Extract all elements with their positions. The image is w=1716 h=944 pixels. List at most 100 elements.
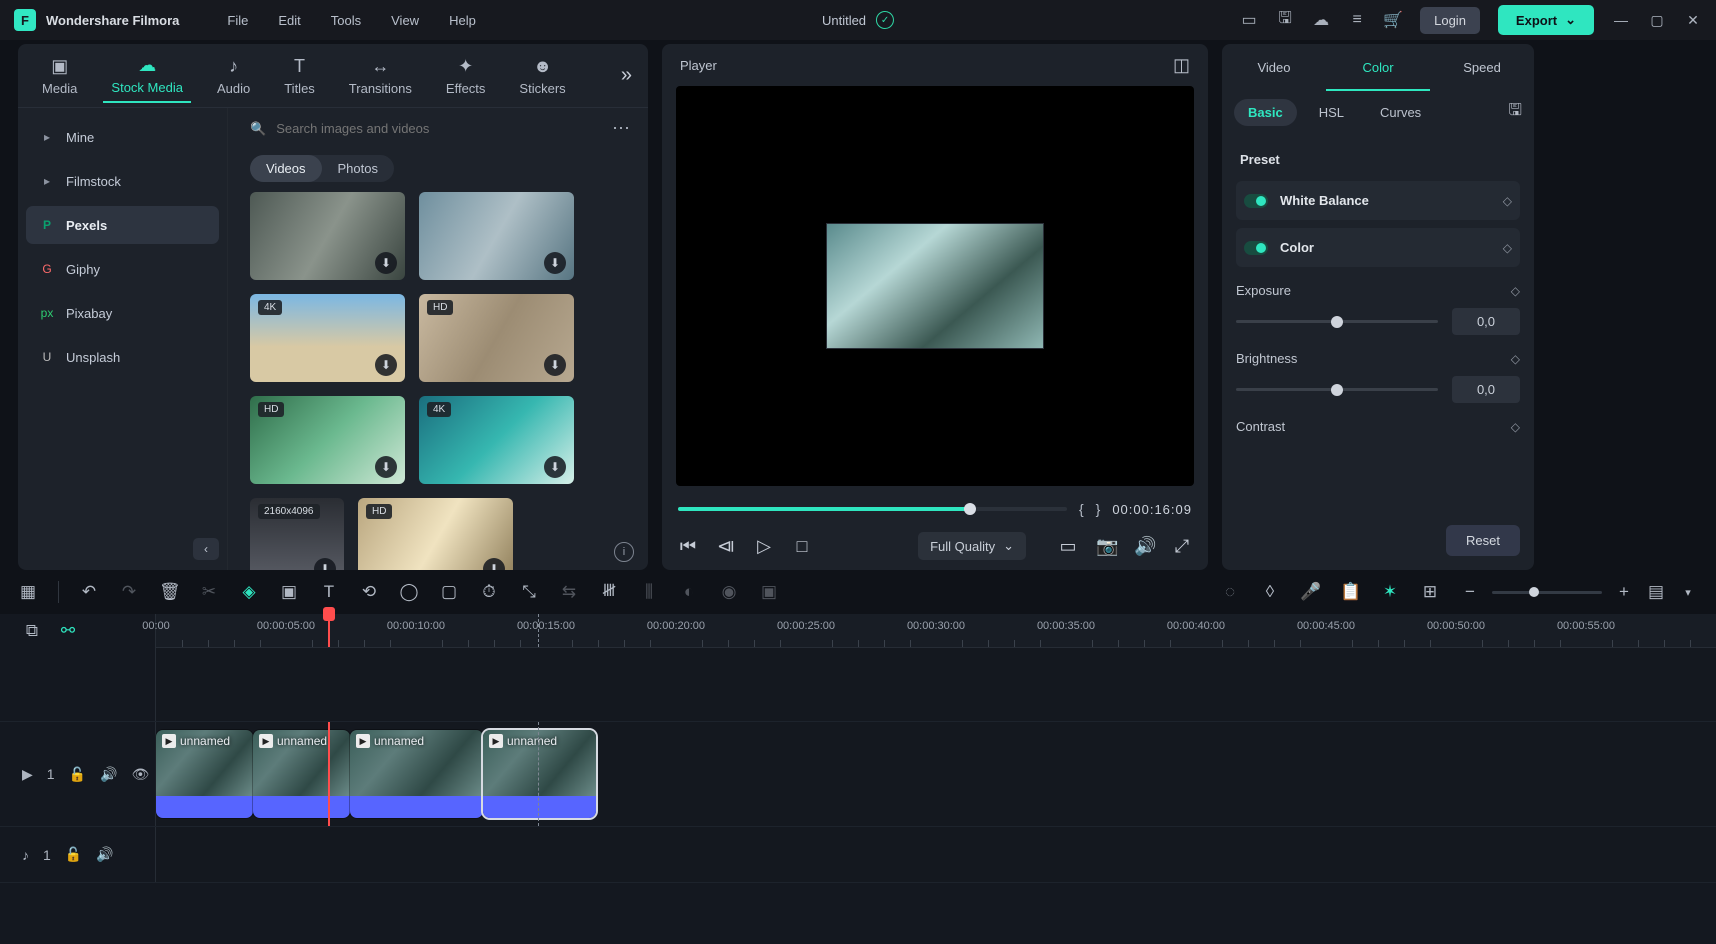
keyframe-icon[interactable]: ◇ — [1511, 284, 1520, 298]
download-icon[interactable]: ⬇ — [375, 456, 397, 478]
timeline-clip[interactable]: ▶unnamed — [483, 730, 596, 818]
snapshot-icon[interactable]: 📷 — [1096, 536, 1116, 557]
download-icon[interactable]: ⬇ — [544, 252, 566, 274]
download-icon[interactable]: ⬇ — [314, 558, 336, 570]
window-maximize[interactable]: ▢ — [1648, 12, 1666, 29]
source-unsplash[interactable]: UUnsplash — [26, 338, 219, 376]
player-viewport[interactable] — [676, 86, 1194, 486]
transition-icon[interactable]: ◐ — [679, 582, 699, 602]
source-mine[interactable]: ▸Mine — [26, 118, 219, 156]
chip-videos[interactable]: Videos — [250, 155, 322, 182]
eq-icon[interactable]: ⫼ — [639, 582, 659, 602]
step-back-button[interactable]: ⧏ — [716, 536, 736, 557]
video-track-lane[interactable]: ▶unnamed▶unnamed▶unnamed▶unnamed — [156, 722, 1716, 826]
zoom-slider[interactable] — [1492, 591, 1602, 594]
speed-icon[interactable]: ⟲ — [359, 582, 379, 602]
notes-icon[interactable]: 📋 — [1340, 582, 1360, 602]
exposure-slider-track[interactable] — [1236, 320, 1438, 323]
track-view-icon[interactable]: ▤ — [1646, 582, 1666, 602]
inspector-subtab-curves[interactable]: Curves — [1366, 99, 1435, 126]
library-tab-audio[interactable]: ♪Audio — [209, 50, 258, 102]
cart-icon[interactable]: 🛒 — [1384, 11, 1402, 29]
window-close[interactable]: ✕ — [1684, 12, 1702, 29]
mic-icon[interactable]: 🎤 — [1300, 582, 1320, 602]
inspector-subtab-basic[interactable]: Basic — [1234, 99, 1297, 126]
fullscreen-icon[interactable]: ⤢ — [1172, 536, 1192, 557]
undo-icon[interactable]: ↶ — [79, 582, 99, 602]
keyframe-icon[interactable]: ◇ — [1503, 194, 1512, 208]
timeline-clip[interactable]: ▶unnamed — [156, 730, 253, 818]
volume-icon[interactable]: 🔊 — [1134, 536, 1154, 557]
menu-tools[interactable]: Tools — [331, 13, 361, 28]
redo-icon[interactable]: ↷ — [119, 582, 139, 602]
text-icon[interactable]: T — [319, 582, 339, 602]
library-tab-transitions[interactable]: ↔Transitions — [341, 50, 420, 102]
keyframe-icon[interactable]: ◇ — [1503, 241, 1512, 255]
toggle-color[interactable]: Color◇ — [1236, 228, 1520, 267]
crop-icon[interactable]: ▣ — [279, 582, 299, 602]
zoom-in-icon[interactable]: + — [1614, 582, 1634, 602]
source-pixabay[interactable]: pxPixabay — [26, 294, 219, 332]
inspector-tab-speed[interactable]: Speed — [1430, 46, 1534, 91]
search-input[interactable] — [276, 121, 602, 136]
stock-thumbnail[interactable]: 2160x4096⬇ — [250, 498, 344, 570]
tl-grid-icon[interactable]: ▦ — [18, 582, 38, 602]
timeline-link-icon[interactable]: ⚯ — [58, 621, 78, 641]
expand-icon[interactable]: ⤡ — [519, 582, 539, 602]
mark-out-button[interactable]: } — [1096, 501, 1101, 517]
stock-thumbnail[interactable]: ⬇ — [250, 192, 405, 280]
source-giphy[interactable]: GGiphy — [26, 250, 219, 288]
stop-button[interactable]: □ — [792, 536, 812, 557]
audio-track-lane[interactable] — [156, 827, 1716, 882]
source-filmstock[interactable]: ▸Filmstock — [26, 162, 219, 200]
stock-thumbnail[interactable]: 4K⬇ — [250, 294, 405, 382]
add-track-icon[interactable]: ⊞ — [1420, 582, 1440, 602]
record-icon[interactable]: ▣ — [759, 582, 779, 602]
menu-file[interactable]: File — [227, 13, 248, 28]
library-tab-effects[interactable]: ✦Effects — [438, 50, 494, 102]
player-scope-icon[interactable]: ◫ — [1173, 55, 1190, 76]
menu-list-icon[interactable]: ≡ — [1348, 11, 1366, 29]
download-icon[interactable]: ⬇ — [375, 252, 397, 274]
exposure-value[interactable]: 0,0 — [1452, 308, 1520, 335]
color-icon[interactable]: ◯ — [399, 582, 419, 602]
menu-help[interactable]: Help — [449, 13, 476, 28]
visibility-icon[interactable]: 👁 — [131, 766, 149, 783]
mixer-icon[interactable]: 𝍸 — [599, 578, 619, 607]
magnet-icon[interactable]: ✶ — [1380, 582, 1400, 602]
library-more-icon[interactable]: » — [621, 64, 632, 87]
stock-thumbnail[interactable]: HD⬇ — [358, 498, 513, 570]
mark-in-button[interactable]: { — [1079, 501, 1084, 517]
quality-select[interactable]: Full Quality ⌄ — [918, 532, 1026, 560]
stock-thumbnail[interactable]: 4K⬇ — [419, 396, 574, 484]
menu-view[interactable]: View — [391, 13, 419, 28]
inspector-tab-color[interactable]: Color — [1326, 46, 1430, 91]
download-icon[interactable]: ⬇ — [483, 558, 505, 570]
timeline-clip[interactable]: ▶unnamed — [350, 730, 483, 818]
library-tab-media[interactable]: ▣Media — [34, 50, 85, 102]
timer-icon[interactable]: ⏱ — [479, 582, 499, 602]
keyframe-icon[interactable]: ◇ — [1511, 352, 1520, 366]
timeline-clip[interactable]: ▶unnamed — [253, 730, 350, 818]
seek-bar[interactable] — [678, 507, 1067, 511]
window-minimize[interactable]: — — [1612, 12, 1630, 28]
zoom-out-icon[interactable]: − — [1460, 582, 1480, 602]
device-icon[interactable]: ▭ — [1240, 11, 1258, 29]
export-button[interactable]: Export ⌄ — [1498, 5, 1594, 35]
toggle-wb[interactable]: White Balance◇ — [1236, 181, 1520, 220]
play-button[interactable]: ▷ — [754, 536, 774, 557]
timeline-ruler[interactable]: 00:0000:00:05:0000:00:10:0000:00:15:0000… — [156, 614, 1716, 648]
mute-icon[interactable]: 🔊 — [96, 846, 113, 863]
cloud-icon[interactable]: ☁ — [1312, 11, 1330, 29]
lock-icon[interactable]: 🔓 — [65, 846, 82, 863]
download-icon[interactable]: ⬇ — [375, 354, 397, 376]
save-preset-icon[interactable]: 🖫 — [1508, 99, 1522, 126]
library-info-icon[interactable]: i — [614, 542, 634, 562]
library-tab-stickers[interactable]: ☻Stickers — [511, 50, 573, 102]
split-icon[interactable]: ✂ — [199, 582, 219, 602]
login-button[interactable]: Login — [1420, 7, 1480, 34]
source-pexels[interactable]: PPexels — [26, 206, 219, 244]
display-mode-icon[interactable]: ▭ — [1058, 536, 1078, 557]
sources-collapse-button[interactable]: ‹ — [193, 538, 219, 560]
keyframe-icon[interactable]: ◇ — [1511, 420, 1520, 434]
